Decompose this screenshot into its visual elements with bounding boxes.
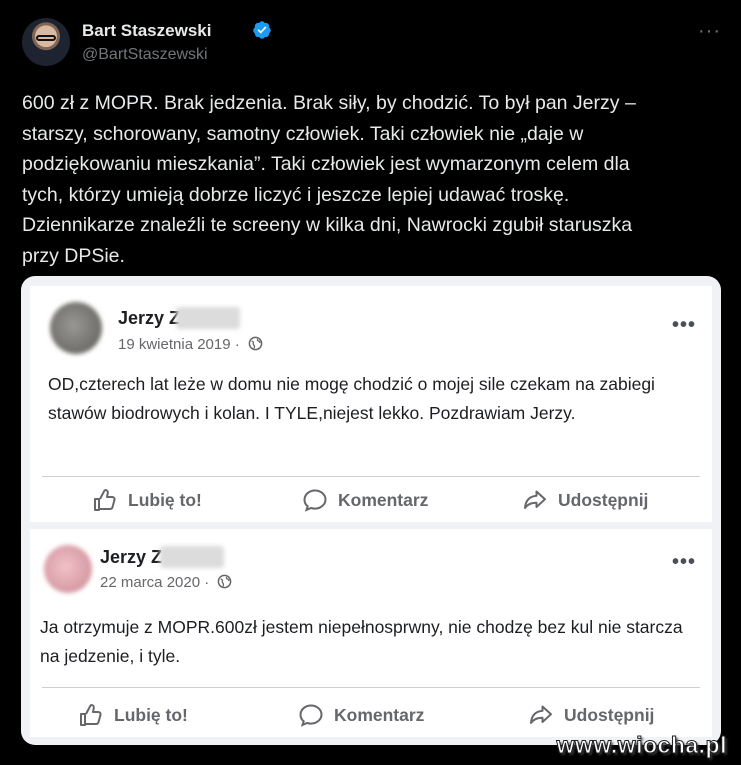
like-icon	[80, 704, 102, 726]
comment-button: Komentarz	[302, 488, 428, 512]
share-icon	[530, 705, 552, 724]
fb-more-button: •••	[671, 551, 696, 573]
globe-icon	[218, 574, 232, 589]
share-button: Udostępnij	[528, 703, 654, 727]
redacted-surname	[160, 546, 224, 568]
comment-button: Komentarz	[298, 703, 424, 727]
fb-post-text: Ja otrzymuje z MOPR.600zł jestem niepełn…	[40, 617, 683, 666]
share-label: Udostępnij	[558, 489, 649, 510]
share-label: Udostępnij	[564, 704, 655, 725]
author-avatar[interactable]	[22, 18, 70, 66]
fb-post: Jerzy Z 22 marca 2020 · ••• Ja otrzymuje…	[30, 529, 712, 737]
divider	[42, 687, 700, 688]
fb-date-text: 19 kwietnia 2019 ·	[118, 336, 240, 353]
divider	[42, 476, 700, 477]
comment-label: Komentarz	[334, 704, 425, 725]
fb-action-bar: Lubię to! Komentarz Udostępnij	[30, 697, 712, 737]
embedded-screenshot[interactable]: Jerzy Z 19 kwietnia 2019 · ••• OD,cztere…	[21, 276, 721, 745]
author-name[interactable]: Bart Staszewski	[82, 21, 211, 41]
fb-post-date: 22 marca 2020 ·	[100, 574, 232, 591]
verified-badge-icon	[253, 21, 271, 39]
fb-post-text: OD,czterech lat leże w domu nie mogę cho…	[48, 374, 655, 423]
tweet-header: Bart Staszewski @BartStaszewski ···	[22, 18, 721, 70]
fb-author-name: Jerzy Z	[118, 308, 181, 328]
like-icon	[94, 489, 116, 511]
comment-icon	[299, 704, 323, 727]
author-handle[interactable]: @BartStaszewski	[82, 46, 208, 64]
redacted-surname	[176, 307, 240, 329]
fb-avatar	[44, 545, 92, 593]
like-label: Lubię to!	[128, 489, 202, 510]
fb-more-button: •••	[671, 314, 696, 336]
fb-post-date: 19 kwietnia 2019 ·	[118, 336, 263, 353]
fb-post: Jerzy Z 19 kwietnia 2019 · ••• OD,cztere…	[30, 286, 712, 522]
like-label: Lubię to!	[114, 704, 188, 725]
tweet-text: 600 zł z MOPR. Brak jedzenia. Brak siły,…	[22, 92, 636, 267]
tweet-more-button[interactable]: ···	[698, 20, 721, 43]
comment-icon	[303, 489, 327, 512]
share-icon	[524, 490, 546, 509]
fb-action-bar: Lubię to! Komentarz Udostępnij	[30, 482, 712, 522]
fb-date-text: 22 marca 2020 ·	[100, 574, 210, 591]
comment-label: Komentarz	[338, 489, 429, 510]
watermark: www.wiocha.pl	[556, 732, 727, 759]
like-button: Lubię to!	[78, 703, 188, 727]
share-button: Udostępnij	[522, 488, 648, 512]
globe-icon	[248, 336, 263, 351]
fb-author-name: Jerzy Z	[100, 547, 163, 567]
like-button: Lubię to!	[92, 488, 202, 512]
fb-avatar	[50, 302, 102, 354]
